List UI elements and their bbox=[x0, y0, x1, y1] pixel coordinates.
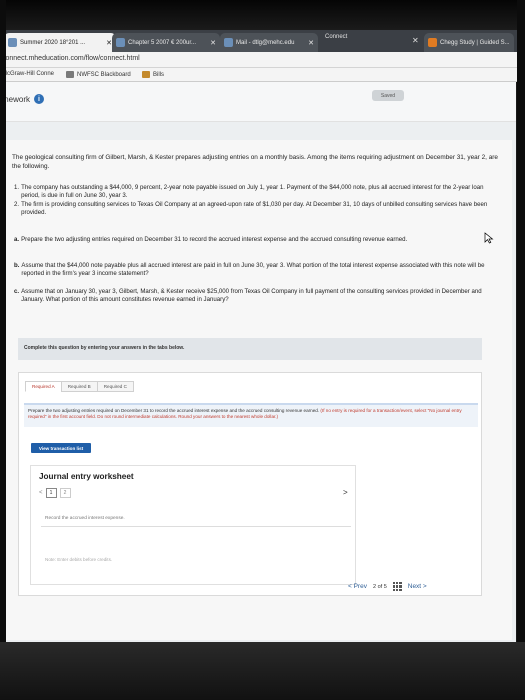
required-tabs: Required A Required B Required C bbox=[25, 381, 134, 392]
info-icon[interactable]: i bbox=[34, 94, 45, 104]
browser-tab-2[interactable]: Chapter 5 2007 € 200ur... ✕ bbox=[112, 33, 220, 52]
requirement-text: Assume that on January 30, year 3, Gilbe… bbox=[21, 288, 482, 303]
browser-tab-3[interactable]: Mail - dtlg@mehc.edu ✕ bbox=[220, 33, 318, 52]
question-intro: The geological consulting firm of Gilber… bbox=[12, 154, 498, 170]
list-item: 2. The firm is providing consulting serv… bbox=[14, 201, 502, 217]
item-number: 2. bbox=[14, 201, 20, 208]
total-pages: 5 bbox=[383, 583, 387, 590]
journal-entry-worksheet: Journal entry worksheet < 1 2 > Record t… bbox=[30, 465, 356, 585]
divider bbox=[41, 526, 351, 527]
chegg-favicon-icon bbox=[428, 38, 437, 47]
requirement-a: a. Prepare the two adjusting entries req… bbox=[14, 236, 500, 244]
url-text[interactable]: connect.mheducation.com/flow/connect.htm… bbox=[2, 55, 140, 62]
item-number: 1. bbox=[14, 184, 20, 191]
bookmark-bills[interactable]: Bills bbox=[142, 71, 164, 78]
complete-instructions: Complete this question by entering your … bbox=[18, 338, 482, 360]
close-tab-icon[interactable]: ✕ bbox=[412, 36, 419, 45]
tab-required-a[interactable]: Required A bbox=[25, 381, 62, 392]
browser-tab-4[interactable]: Chegg Study | Guided S... bbox=[424, 33, 514, 52]
bookmark-label: Bills bbox=[153, 71, 165, 78]
tab-favicon-icon bbox=[116, 38, 125, 47]
bezel-left bbox=[0, 0, 6, 700]
list-item: 1. The company has outstanding a $44,000… bbox=[14, 184, 502, 200]
bookmark-label: NWFSC Blackboard bbox=[77, 71, 131, 78]
tab-label: Required B bbox=[67, 384, 91, 389]
item-text: The company has outstanding a $44,000, 9… bbox=[21, 184, 484, 199]
prev-button[interactable]: < Prev bbox=[348, 583, 367, 590]
requirement-letter: b. bbox=[14, 262, 20, 269]
instructions-text: Prepare the two adjusting entries requir… bbox=[28, 408, 320, 413]
worksheet-title: Journal entry worksheet bbox=[39, 472, 134, 481]
saved-badge: Saved bbox=[372, 90, 404, 101]
bookmark-icon bbox=[66, 71, 74, 78]
requirement-instructions: Prepare the two adjusting entries requir… bbox=[24, 403, 478, 427]
close-tab-icon[interactable]: ✕ bbox=[308, 39, 314, 47]
address-bar[interactable]: connect.mheducation.com/flow/connect.htm… bbox=[0, 52, 525, 68]
bezel-right bbox=[517, 0, 525, 700]
view-transaction-list-button[interactable]: View transaction list bbox=[31, 443, 91, 453]
worksheet-page-2[interactable]: 2 bbox=[59, 488, 71, 498]
requirement-letter: c. bbox=[14, 288, 20, 295]
complete-label: Complete this question by entering your … bbox=[24, 345, 185, 351]
close-tab-icon[interactable]: ✕ bbox=[210, 39, 216, 47]
tab-label: Chegg Study | Guided S... bbox=[440, 39, 510, 46]
tab-required-b[interactable]: Required B bbox=[60, 381, 98, 392]
tab-label: Required A bbox=[32, 384, 55, 389]
bookmark-nwfsc[interactable]: NWFSC Blackboard bbox=[66, 71, 131, 78]
requirement-c: c. Assume that on January 30, year 3, Gi… bbox=[14, 288, 500, 304]
tab-required-c[interactable]: Required C bbox=[96, 381, 134, 392]
tab-label: Mail - dtlg@mehc.edu bbox=[236, 39, 295, 46]
mouse-cursor-icon bbox=[484, 232, 494, 244]
bezel-bottom bbox=[0, 642, 525, 700]
requirement-b: b. Assume that the $44,000 note payable … bbox=[14, 262, 500, 278]
item-text: The firm is providing consulting service… bbox=[21, 201, 488, 216]
grid-icon[interactable] bbox=[392, 582, 402, 591]
next-button[interactable]: Next > bbox=[408, 583, 427, 590]
browser-tab-strip: Summer 2020 18°201 ... ✕ Chapter 5 2007 … bbox=[0, 30, 525, 52]
bezel-top bbox=[0, 0, 525, 30]
page-indicator: 2 of 5 bbox=[373, 584, 387, 590]
chevron-right-icon[interactable]: > bbox=[343, 488, 348, 497]
page-of: of bbox=[377, 583, 383, 590]
question-pager: < Prev 2 of 5 Next > bbox=[348, 582, 427, 591]
tab-label: Chapter 5 2007 € 200ur... bbox=[128, 39, 197, 46]
page-title: mework bbox=[2, 94, 31, 104]
folder-icon bbox=[142, 71, 150, 78]
bookmark-mcgraw-hill[interactable]: McGraw-Hill Conne bbox=[2, 71, 54, 77]
tab-label: Summer 2020 18°201 ... bbox=[20, 39, 86, 46]
connect-tab-label[interactable]: Connect bbox=[325, 34, 347, 40]
screen: Summer 2020 18°201 ... ✕ Chapter 5 2007 … bbox=[0, 0, 525, 700]
requirement-text: Assume that the $44,000 note payable plu… bbox=[21, 262, 485, 277]
worksheet-page-1[interactable]: 1 bbox=[45, 488, 57, 498]
tab-label: Required C bbox=[103, 384, 127, 389]
assignment-title: mework i bbox=[2, 94, 45, 104]
tab-favicon-icon bbox=[224, 38, 233, 47]
worksheet-record-prompt: Record the accrued interest expense. bbox=[45, 516, 125, 521]
browser-tab-1[interactable]: Summer 2020 18°201 ... ✕ bbox=[4, 33, 116, 52]
assignment-header: mework i Saved bbox=[0, 82, 516, 122]
chevron-left-icon[interactable]: < bbox=[39, 490, 43, 496]
worksheet-note: Note: Enter debits before credits. bbox=[45, 557, 113, 562]
current-page: 2 bbox=[372, 583, 377, 590]
worksheet-pagination: < 1 2 bbox=[39, 488, 71, 498]
requirement-text: Prepare the two adjusting entries requir… bbox=[21, 236, 408, 243]
bookmark-label: McGraw-Hill Conne bbox=[2, 71, 55, 77]
bookmarks-bar: McGraw-Hill Conne NWFSC Blackboard Bills bbox=[0, 68, 525, 82]
requirement-letter: a. bbox=[14, 236, 20, 243]
tab-favicon-icon bbox=[8, 38, 17, 47]
